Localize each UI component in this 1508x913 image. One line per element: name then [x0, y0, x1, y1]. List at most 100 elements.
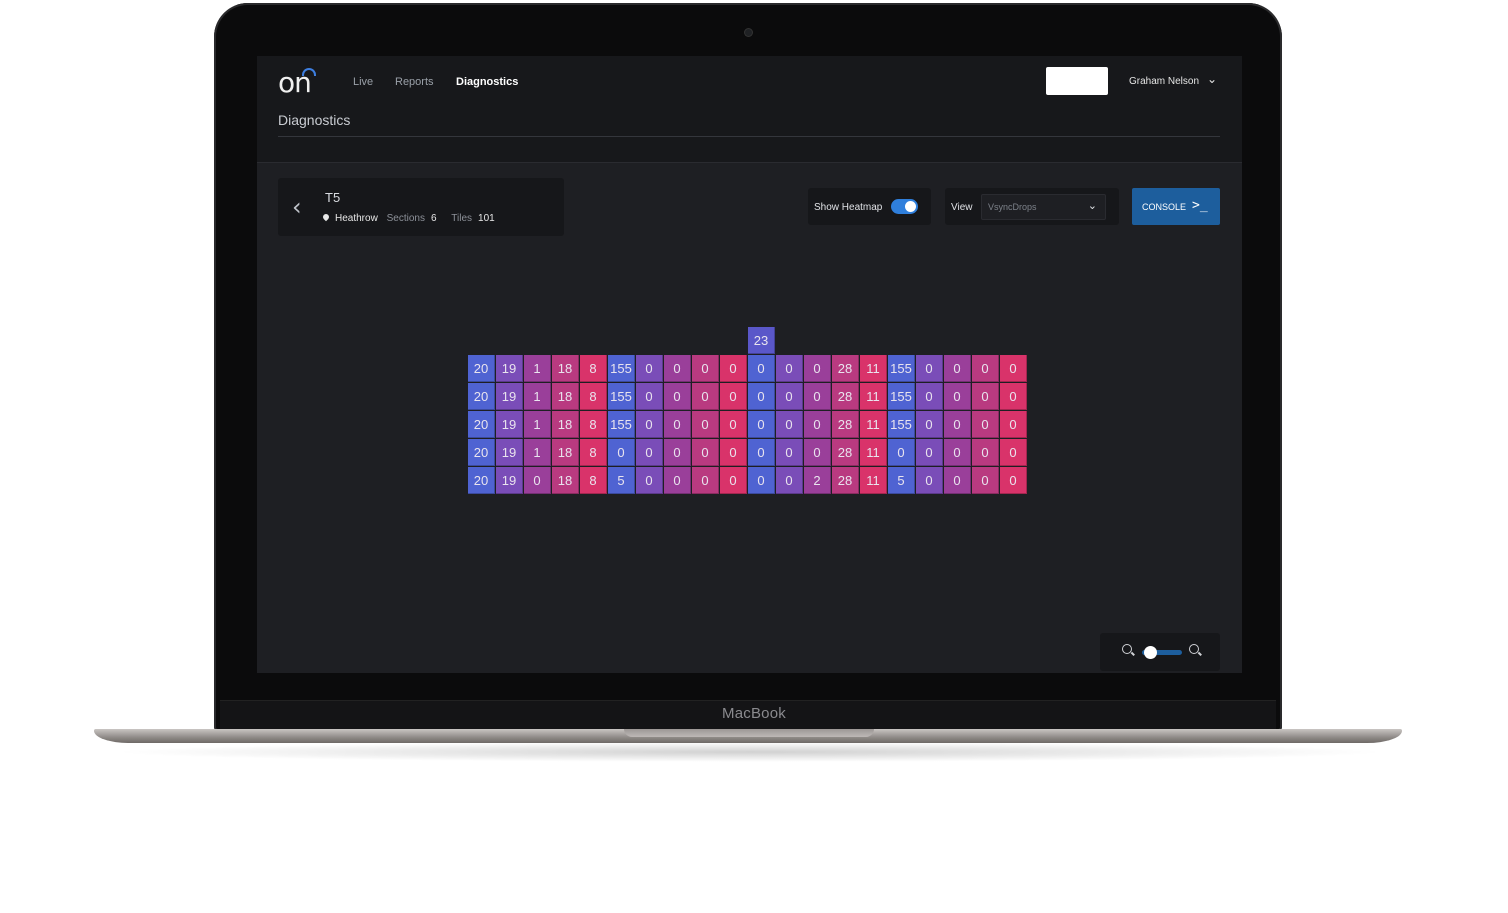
heatmap-tile[interactable]: 23 — [748, 327, 775, 354]
heatmap-tile[interactable]: 5 — [888, 467, 915, 494]
heatmap-tile[interactable]: 18 — [552, 411, 579, 438]
heatmap-tile[interactable]: 2 — [804, 467, 831, 494]
nav-diagnostics[interactable]: Diagnostics — [456, 76, 518, 88]
heatmap-tile[interactable]: 18 — [552, 467, 579, 494]
heatmap-tile[interactable]: 0 — [916, 411, 943, 438]
heatmap-tile[interactable]: 0 — [804, 383, 831, 410]
nav-reports[interactable]: Reports — [395, 76, 434, 88]
heatmap-tile[interactable]: 19 — [496, 383, 523, 410]
heatmap-tile[interactable]: 0 — [748, 467, 775, 494]
heatmap-tile[interactable]: 155 — [608, 355, 635, 382]
heatmap-tile[interactable]: 0 — [664, 383, 691, 410]
heatmap-tile[interactable]: 0 — [916, 439, 943, 466]
heatmap-tile[interactable]: 28 — [832, 411, 859, 438]
heatmap-tile[interactable]: 0 — [972, 439, 999, 466]
heatmap-tile[interactable]: 0 — [944, 355, 971, 382]
heatmap-tile[interactable]: 0 — [692, 383, 719, 410]
heatmap-tile[interactable]: 0 — [748, 439, 775, 466]
heatmap-tile[interactable]: 0 — [1000, 467, 1027, 494]
heatmap-tile[interactable]: 28 — [832, 355, 859, 382]
heatmap-tile[interactable]: 11 — [860, 355, 887, 382]
heatmap-tile[interactable]: 0 — [748, 411, 775, 438]
zoom-out-icon[interactable] — [1122, 644, 1132, 654]
heatmap-tile[interactable]: 20 — [468, 411, 495, 438]
heatmap-tile[interactable]: 0 — [776, 355, 803, 382]
heatmap-tile[interactable]: 0 — [692, 355, 719, 382]
heatmap-tile[interactable]: 20 — [468, 467, 495, 494]
heatmap-tile[interactable]: 20 — [468, 439, 495, 466]
heatmap-tile[interactable]: 0 — [1000, 439, 1027, 466]
heatmap-tile[interactable]: 0 — [608, 439, 635, 466]
view-select[interactable]: VsyncDrops ⌄ — [981, 194, 1106, 220]
heatmap-tile[interactable]: 19 — [496, 439, 523, 466]
heatmap-tile[interactable]: 0 — [720, 383, 747, 410]
heatmap-tile[interactable]: 0 — [748, 355, 775, 382]
heatmap-tile[interactable]: 28 — [832, 383, 859, 410]
heatmap-tile[interactable]: 8 — [580, 355, 607, 382]
heatmap-tile[interactable]: 8 — [580, 439, 607, 466]
heatmap-tile[interactable]: 18 — [552, 355, 579, 382]
heatmap-tile[interactable]: 0 — [524, 467, 551, 494]
heatmap-tile[interactable]: 0 — [944, 467, 971, 494]
heatmap-tile[interactable]: 0 — [972, 467, 999, 494]
heatmap-tile[interactable]: 11 — [860, 439, 887, 466]
heatmap-tile[interactable]: 0 — [720, 411, 747, 438]
heatmap-tile[interactable]: 8 — [580, 467, 607, 494]
heatmap-tile[interactable]: 0 — [776, 467, 803, 494]
heatmap-tile[interactable]: 0 — [664, 439, 691, 466]
heatmap-tile[interactable]: 19 — [496, 355, 523, 382]
heatmap-tile[interactable]: 20 — [468, 355, 495, 382]
heatmap-tile[interactable]: 0 — [972, 355, 999, 382]
heatmap-tile[interactable]: 18 — [552, 383, 579, 410]
heatmap-tile[interactable]: 1 — [524, 411, 551, 438]
heatmap-tile[interactable]: 0 — [944, 439, 971, 466]
heatmap-tile[interactable]: 0 — [636, 355, 663, 382]
heatmap-tile[interactable]: 155 — [608, 383, 635, 410]
heatmap-tile[interactable]: 0 — [720, 355, 747, 382]
heatmap-tile[interactable]: 0 — [888, 439, 915, 466]
heatmap-tile[interactable]: 0 — [972, 411, 999, 438]
heatmap-tile[interactable]: 0 — [1000, 355, 1027, 382]
nav-live[interactable]: Live — [353, 76, 373, 88]
heatmap-toggle[interactable] — [891, 199, 918, 214]
heatmap-tile[interactable]: 0 — [972, 383, 999, 410]
heatmap-tile[interactable]: 155 — [888, 383, 915, 410]
heatmap-tile[interactable]: 155 — [888, 355, 915, 382]
heatmap-tile[interactable]: 0 — [636, 411, 663, 438]
heatmap-tile[interactable]: 0 — [720, 439, 747, 466]
heatmap-tile[interactable]: 0 — [748, 383, 775, 410]
heatmap-tile[interactable]: 0 — [664, 411, 691, 438]
heatmap-tile[interactable]: 0 — [1000, 383, 1027, 410]
heatmap-tile[interactable]: 0 — [636, 383, 663, 410]
search-input[interactable] — [1046, 67, 1108, 95]
heatmap-tile[interactable]: 0 — [916, 355, 943, 382]
heatmap-tile[interactable]: 0 — [776, 411, 803, 438]
heatmap-tile[interactable]: 1 — [524, 439, 551, 466]
heatmap-tile[interactable]: 1 — [524, 383, 551, 410]
heatmap-tile[interactable]: 0 — [1000, 411, 1027, 438]
heatmap-tile[interactable]: 0 — [944, 411, 971, 438]
heatmap-tile[interactable]: 0 — [916, 467, 943, 494]
heatmap-tile[interactable]: 11 — [860, 411, 887, 438]
heatmap-tile[interactable]: 19 — [496, 467, 523, 494]
heatmap-tile[interactable]: 18 — [552, 439, 579, 466]
heatmap-tile[interactable]: 1 — [524, 355, 551, 382]
heatmap-tile[interactable]: 0 — [692, 439, 719, 466]
heatmap-tile[interactable]: 0 — [636, 467, 663, 494]
zoom-in-icon[interactable] — [1189, 644, 1199, 654]
heatmap-tile[interactable]: 5 — [608, 467, 635, 494]
zoom-slider-handle[interactable] — [1144, 646, 1157, 659]
heatmap-tile[interactable]: 0 — [776, 439, 803, 466]
heatmap-tile[interactable]: 0 — [776, 383, 803, 410]
heatmap-tile[interactable]: 0 — [916, 383, 943, 410]
heatmap-tile[interactable]: 0 — [804, 439, 831, 466]
heatmap-tile[interactable]: 0 — [636, 439, 663, 466]
heatmap-tile[interactable]: 28 — [832, 467, 859, 494]
heatmap-tile[interactable]: 28 — [832, 439, 859, 466]
heatmap-tile[interactable]: 0 — [804, 411, 831, 438]
heatmap-tile[interactable]: 8 — [580, 383, 607, 410]
heatmap-tile[interactable]: 0 — [804, 355, 831, 382]
back-chevron-icon[interactable]: ‹ — [292, 193, 302, 221]
heatmap-tile[interactable]: 20 — [468, 383, 495, 410]
heatmap-tile[interactable]: 11 — [860, 467, 887, 494]
